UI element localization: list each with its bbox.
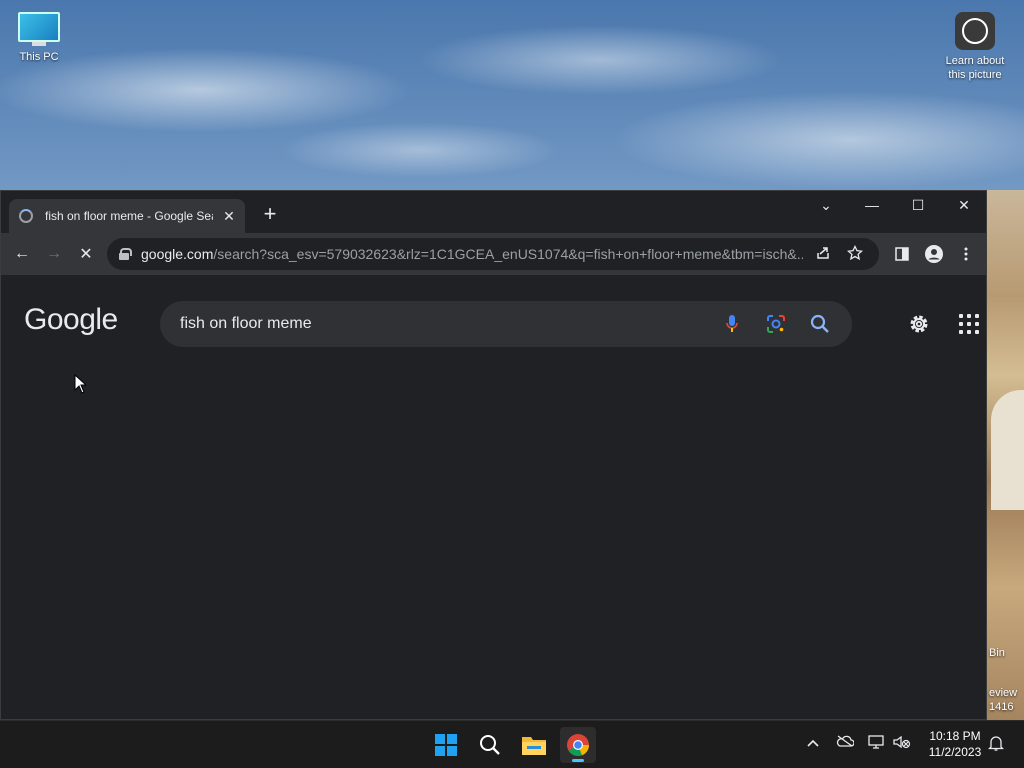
menu-icon — [964, 247, 968, 261]
learn-label-line2: this picture — [948, 69, 1002, 81]
desktop-watermark-build: 1416 — [989, 701, 1014, 713]
minimize-button[interactable]: — — [849, 191, 895, 219]
learn-label-line1: Learn about — [945, 55, 1005, 67]
side-panel-button[interactable] — [889, 241, 915, 267]
side-panel-icon — [895, 247, 909, 261]
file-explorer-button[interactable] — [516, 727, 552, 763]
desktop-recycle-bin-label[interactable]: Bin — [989, 647, 1005, 659]
url-path: /search?sca_esv=579032623&rlz=1C1GCEA_en… — [213, 246, 803, 262]
url-host: google.com — [141, 246, 214, 262]
clock-date: 11/2/2023 — [928, 745, 982, 759]
chevron-up-icon[interactable] — [803, 735, 823, 750]
google-search-page: Google fish on floor meme — [1, 275, 986, 719]
google-logo[interactable]: Google — [24, 303, 118, 337]
tab-search-button[interactable]: ⌄ — [803, 191, 849, 219]
clock-time: 10:18 PM — [929, 729, 981, 743]
browser-toolbar: ← → ✕ google.com/search?sca_esv=57903262… — [1, 233, 986, 275]
profile-button[interactable] — [921, 241, 947, 267]
chrome-taskbar-button[interactable] — [560, 727, 596, 763]
this-pc-label: This PC — [19, 51, 59, 63]
settings-icon[interactable] — [907, 312, 931, 336]
forward-icon: → — [46, 245, 62, 262]
back-icon: ← — [14, 245, 30, 262]
notification-bell-icon[interactable] — [986, 735, 1006, 754]
share-icon[interactable] — [811, 245, 835, 264]
desktop-watermark-text: eview — [989, 687, 1018, 699]
forward-button[interactable]: → — [41, 241, 67, 267]
chrome-icon — [567, 734, 590, 757]
system-clock[interactable]: 10:18 PM 11/2/2023 — [920, 728, 990, 760]
learn-about-picture-icon — [955, 12, 995, 50]
taskbar-search-icon — [480, 735, 500, 755]
close-window-button[interactable]: ✕ — [941, 191, 987, 219]
address-bar[interactable]: google.com/search?sca_esv=579032623&rlz=… — [107, 238, 879, 270]
lock-icon[interactable] — [119, 248, 132, 260]
tab-strip: fish on floor meme - Google Sea ✕ + ⌄ — … — [1, 191, 986, 233]
wallpaper-city-strip — [987, 190, 1024, 720]
learn-label: Learn about this picture — [936, 54, 1014, 82]
search-icon[interactable] — [808, 312, 832, 336]
profile-icon — [925, 245, 943, 263]
mic-icon[interactable] — [720, 312, 744, 336]
back-button[interactable]: ← — [9, 241, 35, 267]
this-pc-icon — [10, 12, 68, 46]
url-text[interactable]: google.com/search?sca_esv=579032623&rlz=… — [141, 246, 803, 262]
network-icon[interactable] — [867, 735, 887, 752]
taskbar-search-button[interactable] — [472, 727, 508, 763]
stop-icon: ✕ — [79, 246, 93, 263]
tab-close-button[interactable]: ✕ — [221, 208, 237, 225]
desktop-icon-learn-about-picture[interactable]: Learn about this picture — [936, 12, 1014, 82]
google-logo-text: Google — [24, 303, 118, 336]
chrome-window: fish on floor meme - Google Sea ✕ + ⌄ — … — [0, 190, 987, 720]
start-button[interactable] — [428, 727, 464, 763]
new-tab-button[interactable]: + — [259, 203, 281, 225]
apps-icon[interactable] — [959, 314, 979, 334]
tab-active[interactable]: fish on floor meme - Google Sea ✕ — [9, 199, 245, 233]
chrome-menu-button[interactable] — [953, 241, 979, 267]
file-explorer-icon — [522, 737, 546, 755]
onedrive-icon[interactable] — [835, 735, 855, 750]
search-input[interactable]: fish on floor meme — [180, 315, 700, 333]
volume-muted-icon[interactable] — [892, 735, 912, 752]
favicon-icon — [19, 209, 33, 223]
lens-icon[interactable] — [764, 312, 788, 336]
active-app-indicator — [572, 759, 584, 762]
stop-button[interactable]: ✕ — [73, 241, 99, 267]
desktop-icon-this-pc[interactable]: This PC — [10, 12, 68, 64]
mouse-cursor-icon — [74, 374, 86, 394]
maximize-button[interactable]: ☐ — [895, 191, 941, 219]
tab-title: fish on floor meme - Google Sea — [45, 209, 213, 223]
windows-start-icon — [435, 734, 457, 756]
search-box[interactable]: fish on floor meme — [160, 301, 852, 347]
star-icon[interactable] — [843, 244, 867, 264]
